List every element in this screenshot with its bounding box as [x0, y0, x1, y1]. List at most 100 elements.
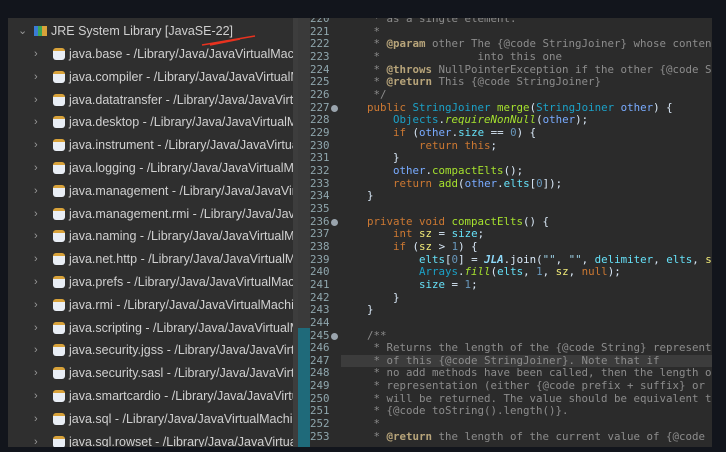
- jar-icon: [53, 93, 65, 106]
- code-token: ) {: [653, 100, 673, 114]
- jar-icon: [53, 116, 65, 129]
- line-number: 241: [310, 277, 330, 291]
- code-token: ,: [555, 252, 569, 266]
- code-token: ,: [692, 252, 706, 266]
- tree-item-module[interactable]: › java.scripting - /Library/Java/JavaVirt…: [8, 318, 293, 338]
- code-token: int: [393, 227, 420, 241]
- line-number: 249: [310, 379, 330, 393]
- code-token: }: [341, 303, 374, 317]
- code-token: elts: [503, 176, 530, 190]
- tree-item-module[interactable]: › java.management.rmi - /Library/Java/Jav…: [8, 204, 293, 224]
- chevron-right-icon[interactable]: ›: [34, 135, 38, 155]
- code-token: return this: [419, 138, 491, 152]
- code-token: Objects: [393, 113, 439, 127]
- chevron-right-icon[interactable]: ›: [34, 112, 38, 132]
- tree-item-module[interactable]: › java.prefs - /Library/Java/JavaVirtualM…: [8, 272, 293, 292]
- code-text: return add(other.elts[0]);: [341, 176, 712, 191]
- code-token: other: [419, 125, 452, 139]
- code-token: delimiter: [594, 252, 654, 266]
- fold-toggle-icon[interactable]: [331, 104, 338, 112]
- tree-item-module[interactable]: › java.sql - /Library/Java/JavaVirtualMac…: [8, 409, 293, 429]
- tree-item-module[interactable]: › java.sql.rowset - /Library/Java/JavaVir…: [8, 432, 293, 447]
- jar-icon: [53, 412, 65, 425]
- tree-item-label: java.net.http - /Library/Java/JavaVirtua…: [69, 252, 293, 267]
- tree-item-module[interactable]: › java.net.http - /Library/Java/JavaVirtu…: [8, 249, 293, 269]
- tree-item-label: java.security.jgss - /Library/Java/JavaV…: [69, 343, 293, 358]
- chevron-right-icon[interactable]: ›: [34, 226, 38, 246]
- code-token: * {@code toString().length()}.: [341, 404, 569, 418]
- code-token: .join(: [503, 252, 543, 266]
- code-token: @throws: [386, 62, 433, 76]
- tree-item-label: java.rmi - /Library/Java/JavaVirtualMach…: [69, 297, 293, 312]
- chevron-right-icon[interactable]: ›: [34, 318, 38, 338]
- chevron-right-icon[interactable]: ›: [34, 158, 38, 178]
- code-token: size: [451, 227, 478, 241]
- tree-item-module[interactable]: › java.rmi - /Library/Java/JavaVirtualMac…: [8, 295, 293, 315]
- tree-item-module[interactable]: › java.security.sasl - /Library/Java/Java…: [8, 363, 293, 383]
- chevron-right-icon[interactable]: ›: [34, 249, 38, 269]
- code-token: public: [367, 100, 413, 114]
- fold-toggle-icon[interactable]: [331, 332, 338, 340]
- code-editor[interactable]: 220 * as a single element. 221 * 222 * @pa…: [298, 18, 712, 447]
- chevron-right-icon[interactable]: ›: [34, 67, 38, 87]
- red-annotation-stroke: [201, 35, 256, 46]
- line-number: 234: [310, 189, 330, 203]
- chevron-right-icon[interactable]: ›: [34, 204, 38, 224]
- tree-item-label: java.management.rmi - /Library/Java/Java…: [69, 206, 293, 221]
- code-token: ,: [581, 252, 595, 266]
- code-token: * no add methods have been called, then …: [373, 366, 713, 380]
- code-line[interactable]: 234 }: [298, 189, 712, 203]
- code-token: fill: [464, 265, 491, 279]
- chevron-right-icon[interactable]: ›: [34, 432, 38, 447]
- tree-item-module[interactable]: › java.naming - /Library/Java/JavaVirtual…: [8, 226, 293, 246]
- code-token: */: [341, 87, 387, 101]
- chevron-right-icon[interactable]: ›: [34, 90, 38, 110]
- tree-item-module[interactable]: › java.security.jgss - /Library/Java/Java…: [8, 340, 293, 360]
- chevron-right-icon[interactable]: ›: [34, 181, 38, 201]
- jar-icon: [53, 230, 65, 243]
- code-token: elts: [419, 252, 446, 266]
- tree-item-module[interactable]: › java.logging - /Library/Java/JavaVirtua…: [8, 158, 293, 178]
- code-token: ();: [503, 163, 524, 177]
- code-line[interactable]: 243 }: [298, 303, 712, 317]
- chevron-right-icon[interactable]: ›: [34, 409, 38, 429]
- jar-icon: [53, 276, 65, 288]
- code-token: * into this one: [341, 49, 563, 63]
- code-token: "": [568, 252, 582, 266]
- tree-item-label: java.compiler - /Library/Java/JavaVirtua…: [69, 69, 293, 84]
- code-token: sz: [555, 265, 569, 279]
- chevron-right-icon[interactable]: ›: [34, 295, 38, 315]
- chevron-right-icon[interactable]: ›: [34, 363, 38, 383]
- code-token: ;: [471, 277, 478, 291]
- chevron-down-icon[interactable]: ⌄: [18, 21, 27, 41]
- tree-item-module[interactable]: › java.desktop - /Library/Java/JavaVirtua…: [8, 112, 293, 132]
- chevron-right-icon[interactable]: ›: [34, 272, 38, 292]
- line-number: 253: [310, 429, 330, 443]
- tree-item-module[interactable]: › java.instrument - /Library/Java/JavaVir…: [8, 135, 293, 155]
- tree-item-module[interactable]: › java.smartcardio - /Library/Java/JavaVi…: [8, 386, 293, 406]
- tree-item-label: java.datatransfer - /Library/Java/JavaVi…: [69, 92, 293, 107]
- code-token: ,: [653, 252, 667, 266]
- code-line[interactable]: 253 * @return the length of the current …: [298, 429, 712, 444]
- chevron-right-icon[interactable]: ›: [34, 340, 38, 360]
- fold-toggle-icon[interactable]: [331, 218, 338, 226]
- code-token: @param: [386, 37, 426, 51]
- code-token: return: [393, 176, 439, 190]
- jar-icon: [53, 367, 65, 380]
- tree-item-label: java.desktop - /Library/Java/JavaVirtual…: [69, 115, 293, 130]
- tree-item-label: java.instrument - /Library/Java/JavaVirt…: [69, 138, 293, 153]
- chevron-right-icon[interactable]: ›: [34, 386, 38, 406]
- tree-item-module[interactable]: › java.compiler - /Library/Java/JavaVirtu…: [8, 67, 293, 87]
- code-token: sz: [419, 227, 433, 241]
- jar-icon: [53, 298, 65, 311]
- chevron-right-icon[interactable]: ›: [34, 44, 38, 64]
- tree-item-module[interactable]: › java.management - /Library/Java/JavaVir…: [8, 181, 293, 201]
- code-text: }: [341, 189, 712, 203]
- tree-item-module[interactable]: › java.datatransfer - /Library/Java/JavaV…: [8, 90, 293, 110]
- code-token: * of this {@code StringJoiner}. Note tha…: [341, 353, 660, 367]
- line-number: 235: [310, 201, 330, 215]
